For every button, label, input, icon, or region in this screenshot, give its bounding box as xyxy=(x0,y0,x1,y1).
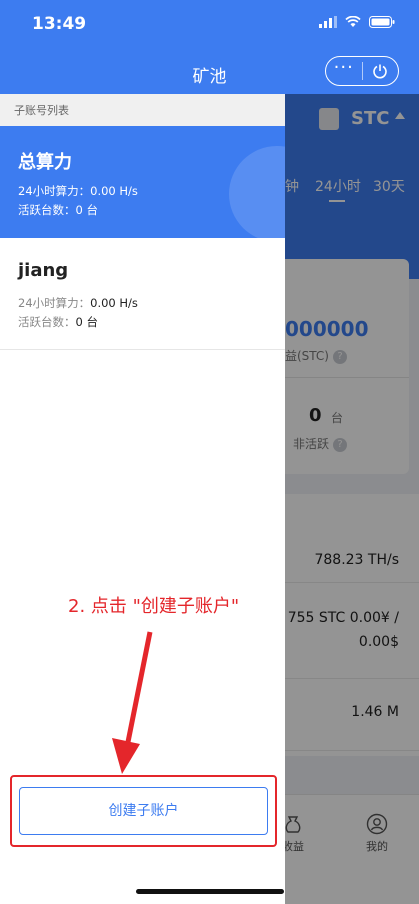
account-item-total[interactable]: 总算力 24小时算力：0.00 H/s 活跃台数：0 台 xyxy=(0,126,285,238)
account-item-jiang[interactable]: jiang 24小时算力：0.00 H/s 活跃台数：0 台 xyxy=(0,238,285,350)
annotation-text: 2. 点击 "创建子账户" xyxy=(68,596,240,617)
close-power-icon[interactable] xyxy=(363,63,399,79)
hashrate-value: 0.00 H/s xyxy=(90,184,138,198)
account-name: 总算力 xyxy=(18,152,72,173)
account-name: jiang xyxy=(18,260,69,281)
active-label: 活跃台数： xyxy=(18,315,76,329)
hashrate-label: 24小时算力： xyxy=(18,296,91,310)
nav-bar: 矿池 ··· xyxy=(0,50,419,94)
status-bar: 13:49 xyxy=(0,0,419,50)
active-value: 0 台 xyxy=(75,203,98,217)
signal-icon xyxy=(319,16,337,28)
account-hashrate: 24小时算力：0.00 H/s xyxy=(18,295,138,311)
mini-program-capsule: ··· xyxy=(325,56,399,86)
hashrate-value: 0.00 H/s xyxy=(90,296,138,310)
account-hashrate: 24小时算力：0.00 H/s xyxy=(18,183,138,199)
drawer-title: 子账号列表 xyxy=(14,104,69,117)
account-active: 活跃台数：0 台 xyxy=(18,314,98,330)
create-sub-account-button[interactable]: 创建子账户 xyxy=(19,787,268,835)
drawer-overlay[interactable] xyxy=(285,94,419,904)
active-label: 活跃台数： xyxy=(18,203,76,217)
status-time: 13:49 xyxy=(32,14,87,34)
hashrate-label: 24小时算力： xyxy=(18,184,91,198)
more-icon[interactable]: ··· xyxy=(326,59,362,77)
drawer-header: 子账号列表 xyxy=(0,94,285,126)
system-icons xyxy=(319,16,395,28)
battery-icon xyxy=(369,16,395,28)
active-value: 0 台 xyxy=(75,315,98,329)
home-indicator xyxy=(136,889,284,894)
wifi-icon xyxy=(345,16,361,27)
pool-logo-watermark xyxy=(229,146,285,238)
account-active: 活跃台数：0 台 xyxy=(18,202,98,218)
